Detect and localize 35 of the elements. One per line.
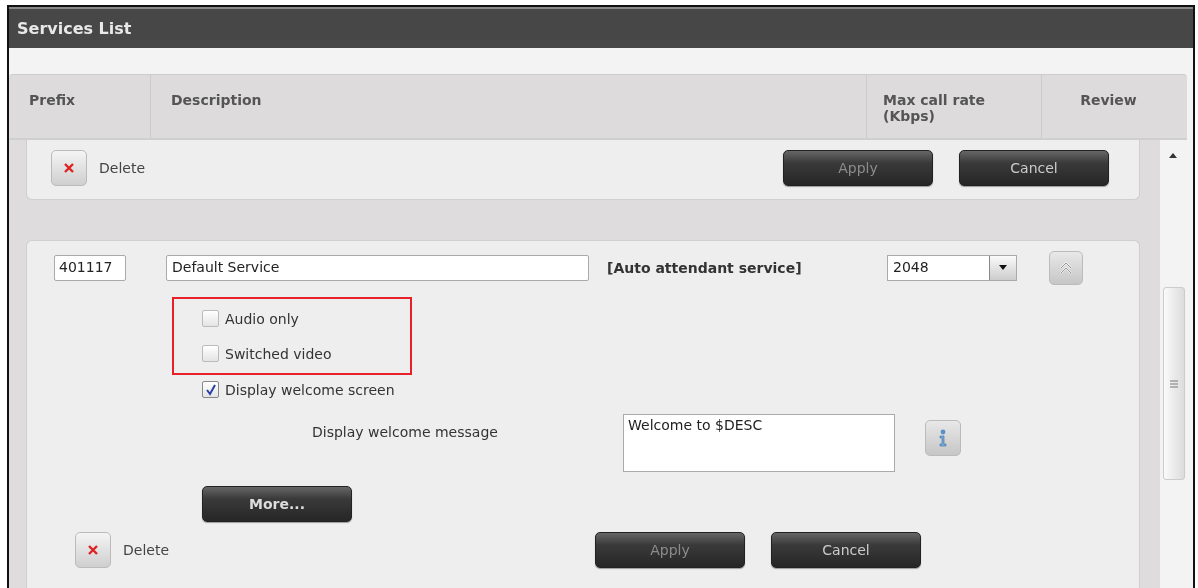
info-button[interactable] [925, 420, 961, 456]
action-button[interactable]: Cancel [771, 532, 921, 568]
caret-icon [998, 265, 1008, 271]
double-chevron-up-icon [1059, 260, 1073, 276]
checkbox[interactable] [202, 381, 219, 398]
scroll-up-icon[interactable] [1168, 152, 1178, 158]
checkbox-label: Display welcome screen [225, 381, 395, 398]
column-header: Review [1079, 91, 1138, 110]
close-icon [63, 162, 75, 174]
delete-icon-button[interactable] [51, 150, 87, 186]
action-button[interactable]: Cancel [959, 150, 1109, 186]
info-icon [937, 428, 949, 448]
checkbox[interactable] [202, 310, 219, 327]
checkbox[interactable] [202, 345, 219, 362]
field-label: Display welcome message [312, 424, 499, 440]
column-header: Prefix [9, 75, 151, 138]
window-title: Services List [17, 19, 132, 38]
rate-dropdown[interactable]: 2048 [887, 255, 1017, 281]
checkbox-label: Audio only [225, 310, 299, 327]
delete-label[interactable]: Delete [123, 542, 169, 558]
delete-label[interactable]: Delete [99, 160, 145, 176]
scroll-thumb[interactable] [1163, 287, 1185, 480]
grip-icon [1169, 378, 1179, 389]
more-button[interactable]: More... [202, 486, 352, 522]
prefix-field[interactable]: 401117 [54, 255, 126, 281]
column-header: Description [151, 75, 867, 138]
column-header: Max call rate (Kbps) [867, 75, 1042, 138]
description-field[interactable]: Default Service [166, 255, 589, 281]
checkbox-label: Switched video [225, 345, 332, 362]
delete-icon-button[interactable] [75, 532, 111, 568]
collapse-button[interactable] [1049, 251, 1083, 285]
service-type-label: [Auto attendant service] [607, 260, 803, 276]
close-icon [87, 544, 99, 556]
scrollbar[interactable] [1159, 140, 1187, 588]
message-field[interactable]: Welcome to $DESC [623, 414, 895, 472]
